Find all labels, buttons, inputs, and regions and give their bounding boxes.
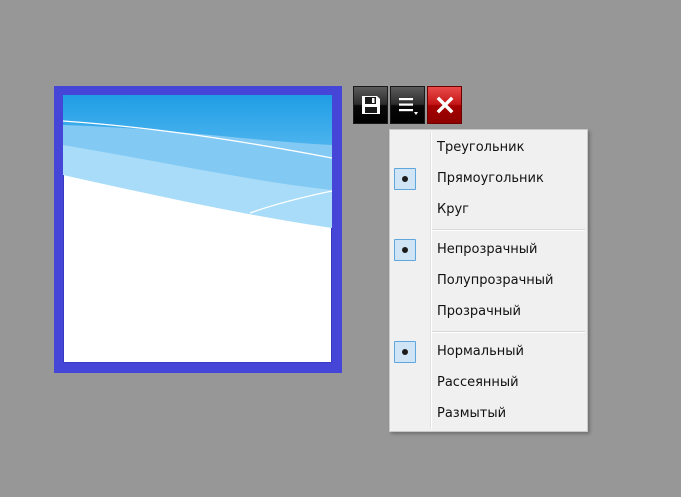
close-button[interactable] (427, 86, 462, 124)
menu-item-label: Непрозрачный (437, 242, 538, 257)
menu-item-transparent[interactable]: Прозрачный (390, 296, 587, 327)
menu-item-opaque[interactable]: Непрозрачный (390, 234, 587, 265)
menu-item-blurred[interactable]: Размытый (390, 398, 587, 429)
floppy-disk-icon (361, 96, 380, 114)
menu-item-diffused[interactable]: Рассеянный (390, 367, 587, 398)
menu-item-normal[interactable]: Нормальный (390, 336, 587, 367)
opacity-group: Непрозрачный Полупрозрачный Прозрачный (390, 234, 587, 327)
menu-item-rectangle[interactable]: Прямоугольник (390, 163, 587, 194)
menu-item-semitransparent[interactable]: Полупрозрачный (390, 265, 587, 296)
preview-frame (54, 86, 342, 373)
menu-item-label: Полупрозрачный (437, 273, 554, 288)
toolbar (353, 86, 462, 124)
menu-item-label: Размытый (437, 406, 507, 421)
menu-separator (390, 225, 587, 234)
radio-check-icon (394, 340, 416, 363)
menu-separator (390, 327, 587, 336)
menu-item-label: Прозрачный (437, 304, 522, 319)
preview-graphic (63, 95, 332, 228)
menu-button[interactable] (390, 86, 425, 124)
menu-item-label: Нормальный (437, 344, 524, 359)
radio-check-icon (394, 238, 416, 261)
menu-list-icon (398, 98, 418, 115)
menu-item-label: Прямоугольник (437, 171, 544, 186)
close-x-icon (436, 96, 453, 114)
blur-group: Нормальный Рассеянный Размытый (390, 336, 587, 429)
save-button[interactable] (353, 86, 388, 124)
shape-group: Треугольник Прямоугольник Круг (390, 132, 587, 225)
menu-item-label: Рассеянный (437, 375, 519, 390)
menu-item-label: Круг (437, 202, 470, 217)
menu-item-circle[interactable]: Круг (390, 194, 587, 225)
radio-check-icon (394, 167, 416, 190)
context-menu: Треугольник Прямоугольник Круг Непрозрач… (389, 129, 588, 432)
preview-image (63, 95, 332, 363)
menu-item-triangle[interactable]: Треугольник (390, 132, 587, 163)
menu-item-label: Треугольник (437, 140, 525, 155)
